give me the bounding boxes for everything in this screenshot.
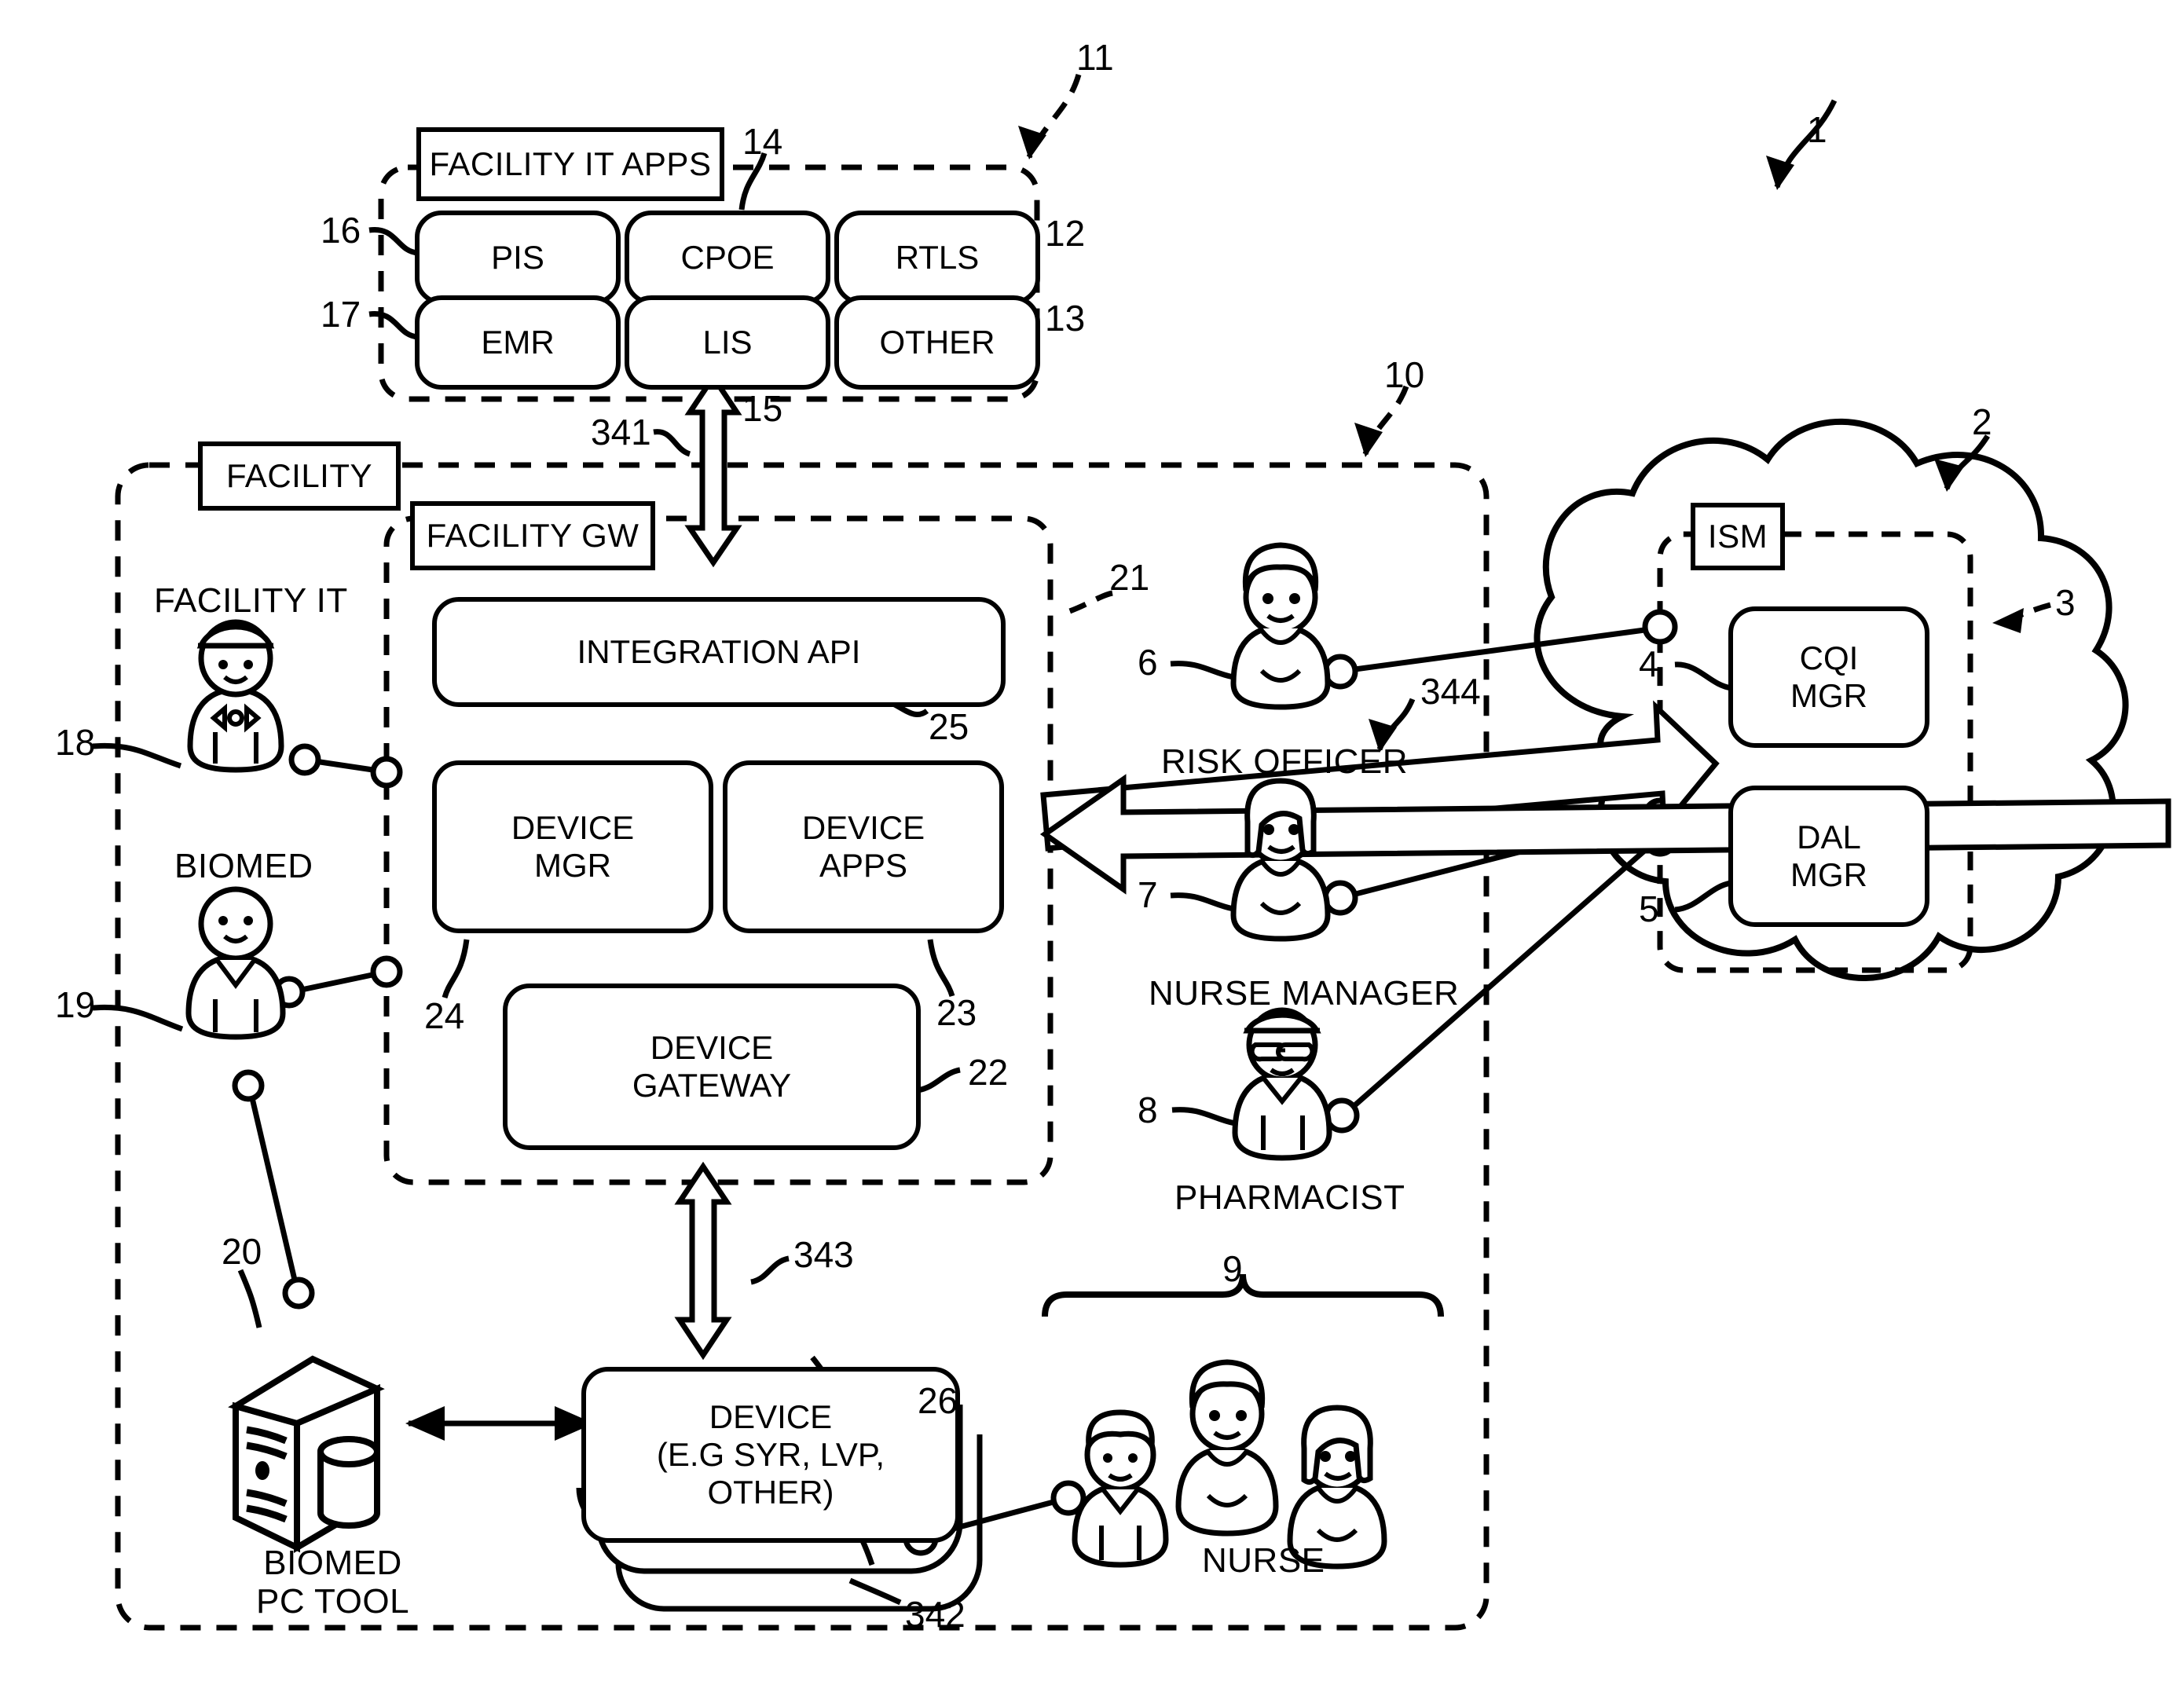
caption-risk-officer: RISK OFFICER (1161, 742, 1409, 781)
ref-15: 15 (742, 388, 783, 429)
link-dot (1642, 609, 1678, 645)
link-dot (370, 756, 403, 789)
leader-343 (750, 1255, 790, 1285)
ref-343: 343 (793, 1234, 854, 1275)
ref-5: 5 (1639, 888, 1659, 929)
biomed-person-icon (185, 886, 286, 1040)
block-device-apps[interactable]: DEVICE APPS (723, 760, 1004, 933)
ref-6: 6 (1138, 642, 1158, 683)
leader-17 (368, 311, 419, 340)
leader-21 (1059, 590, 1113, 617)
ref-16: 16 (321, 210, 361, 251)
nurse-group-icons (1072, 1359, 1387, 1570)
leader-19 (92, 1004, 184, 1032)
leader-23 (927, 939, 955, 998)
ref-1: 1 (1807, 109, 1827, 150)
leader-22 (917, 1067, 961, 1093)
ref-26: 26 (918, 1380, 958, 1421)
caption-pharmacist: PHARMACIST (1174, 1178, 1405, 1217)
ref-14: 14 (742, 121, 783, 162)
caption-biomed-pc-tool: BIOMED PC TOOL (256, 1544, 410, 1621)
ref-341: 341 (591, 412, 651, 452)
ref-4: 4 (1639, 643, 1659, 684)
block-device-gateway[interactable]: DEVICE GATEWAY (503, 984, 921, 1150)
leader-16 (368, 227, 419, 256)
link-biomed-gw (293, 969, 384, 995)
block-integration-api[interactable]: INTEGRATION API (432, 597, 1006, 707)
ref-2: 2 (1972, 401, 1992, 442)
app-pis[interactable]: PIS (415, 211, 621, 305)
arrow-341 (684, 372, 742, 568)
facility-it-apps-title: FACILITY IT APPS (416, 127, 724, 201)
ref-344: 344 (1420, 671, 1481, 712)
leader-18 (92, 742, 182, 769)
ref-3: 3 (2055, 582, 2076, 623)
ref-17: 17 (321, 294, 361, 335)
app-lis[interactable]: LIS (625, 295, 830, 390)
ref-7: 7 (1138, 874, 1158, 915)
leader-6 (1170, 661, 1234, 680)
ref-19: 19 (55, 984, 96, 1025)
ref-8: 8 (1138, 1090, 1158, 1130)
ref-9: 9 (1222, 1248, 1243, 1289)
caption-nurse-manager: NURSE MANAGER (1149, 974, 1460, 1013)
caption-nurse: NURSE (1202, 1541, 1325, 1580)
leader-341 (653, 429, 691, 457)
ref-21: 21 (1109, 557, 1150, 598)
app-other[interactable]: OTHER (834, 295, 1040, 390)
device-card[interactable]: DEVICE (E.G SYR, LVP, OTHER) (581, 1367, 960, 1543)
risk-officer-icon (1230, 542, 1331, 710)
block-dal-mgr[interactable]: DAL MGR (1728, 786, 1929, 927)
ref-20: 20 (222, 1231, 262, 1272)
ref-11: 11 (1076, 37, 1114, 78)
ref-12: 12 (1045, 213, 1086, 254)
link-dot (370, 955, 403, 988)
arrowhead-left (405, 1406, 445, 1441)
ref-342: 342 (905, 1594, 966, 1635)
patent-figure-canvas: FACILITY IT APPS PIS CPOE RTLS EMR LIS O… (0, 0, 2184, 1707)
pharmacist-icon (1232, 1007, 1332, 1161)
app-rtls[interactable]: RTLS (834, 211, 1040, 305)
app-emr[interactable]: EMR (415, 295, 621, 390)
ref-13: 13 (1045, 298, 1086, 339)
link-dot (288, 743, 321, 776)
facility-gw-title: FACILITY GW (410, 501, 655, 570)
leader-24 (442, 939, 470, 999)
leader-342 (848, 1577, 902, 1606)
ism-title: ISM (1691, 503, 1785, 570)
biomed-pc-tool-icon (228, 1355, 385, 1553)
app-cpoe[interactable]: CPOE (625, 211, 830, 305)
arrow-343 (674, 1161, 732, 1361)
leader-7 (1170, 892, 1234, 912)
link-dot (282, 1277, 315, 1310)
ref-22: 22 (968, 1052, 1009, 1093)
nurse-group-brace (1042, 1273, 1444, 1317)
facility-it-person-icon (187, 619, 284, 773)
link-dot (232, 1069, 265, 1102)
ref-24: 24 (424, 995, 465, 1036)
facility-title: FACILITY (198, 441, 401, 511)
ref-23: 23 (936, 992, 977, 1033)
ref-18: 18 (55, 722, 96, 763)
caption-facility-it: FACILITY IT (154, 581, 348, 620)
nurse-manager-icon (1230, 778, 1331, 942)
leader-20 (237, 1269, 262, 1328)
caption-biomed: BIOMED (174, 847, 313, 885)
block-device-mgr[interactable]: DEVICE MGR (432, 760, 713, 933)
leader-8 (1171, 1107, 1236, 1126)
block-cqi-mgr[interactable]: CQI MGR (1728, 606, 1929, 748)
ref-25: 25 (929, 706, 969, 747)
ref-10: 10 (1384, 354, 1425, 395)
